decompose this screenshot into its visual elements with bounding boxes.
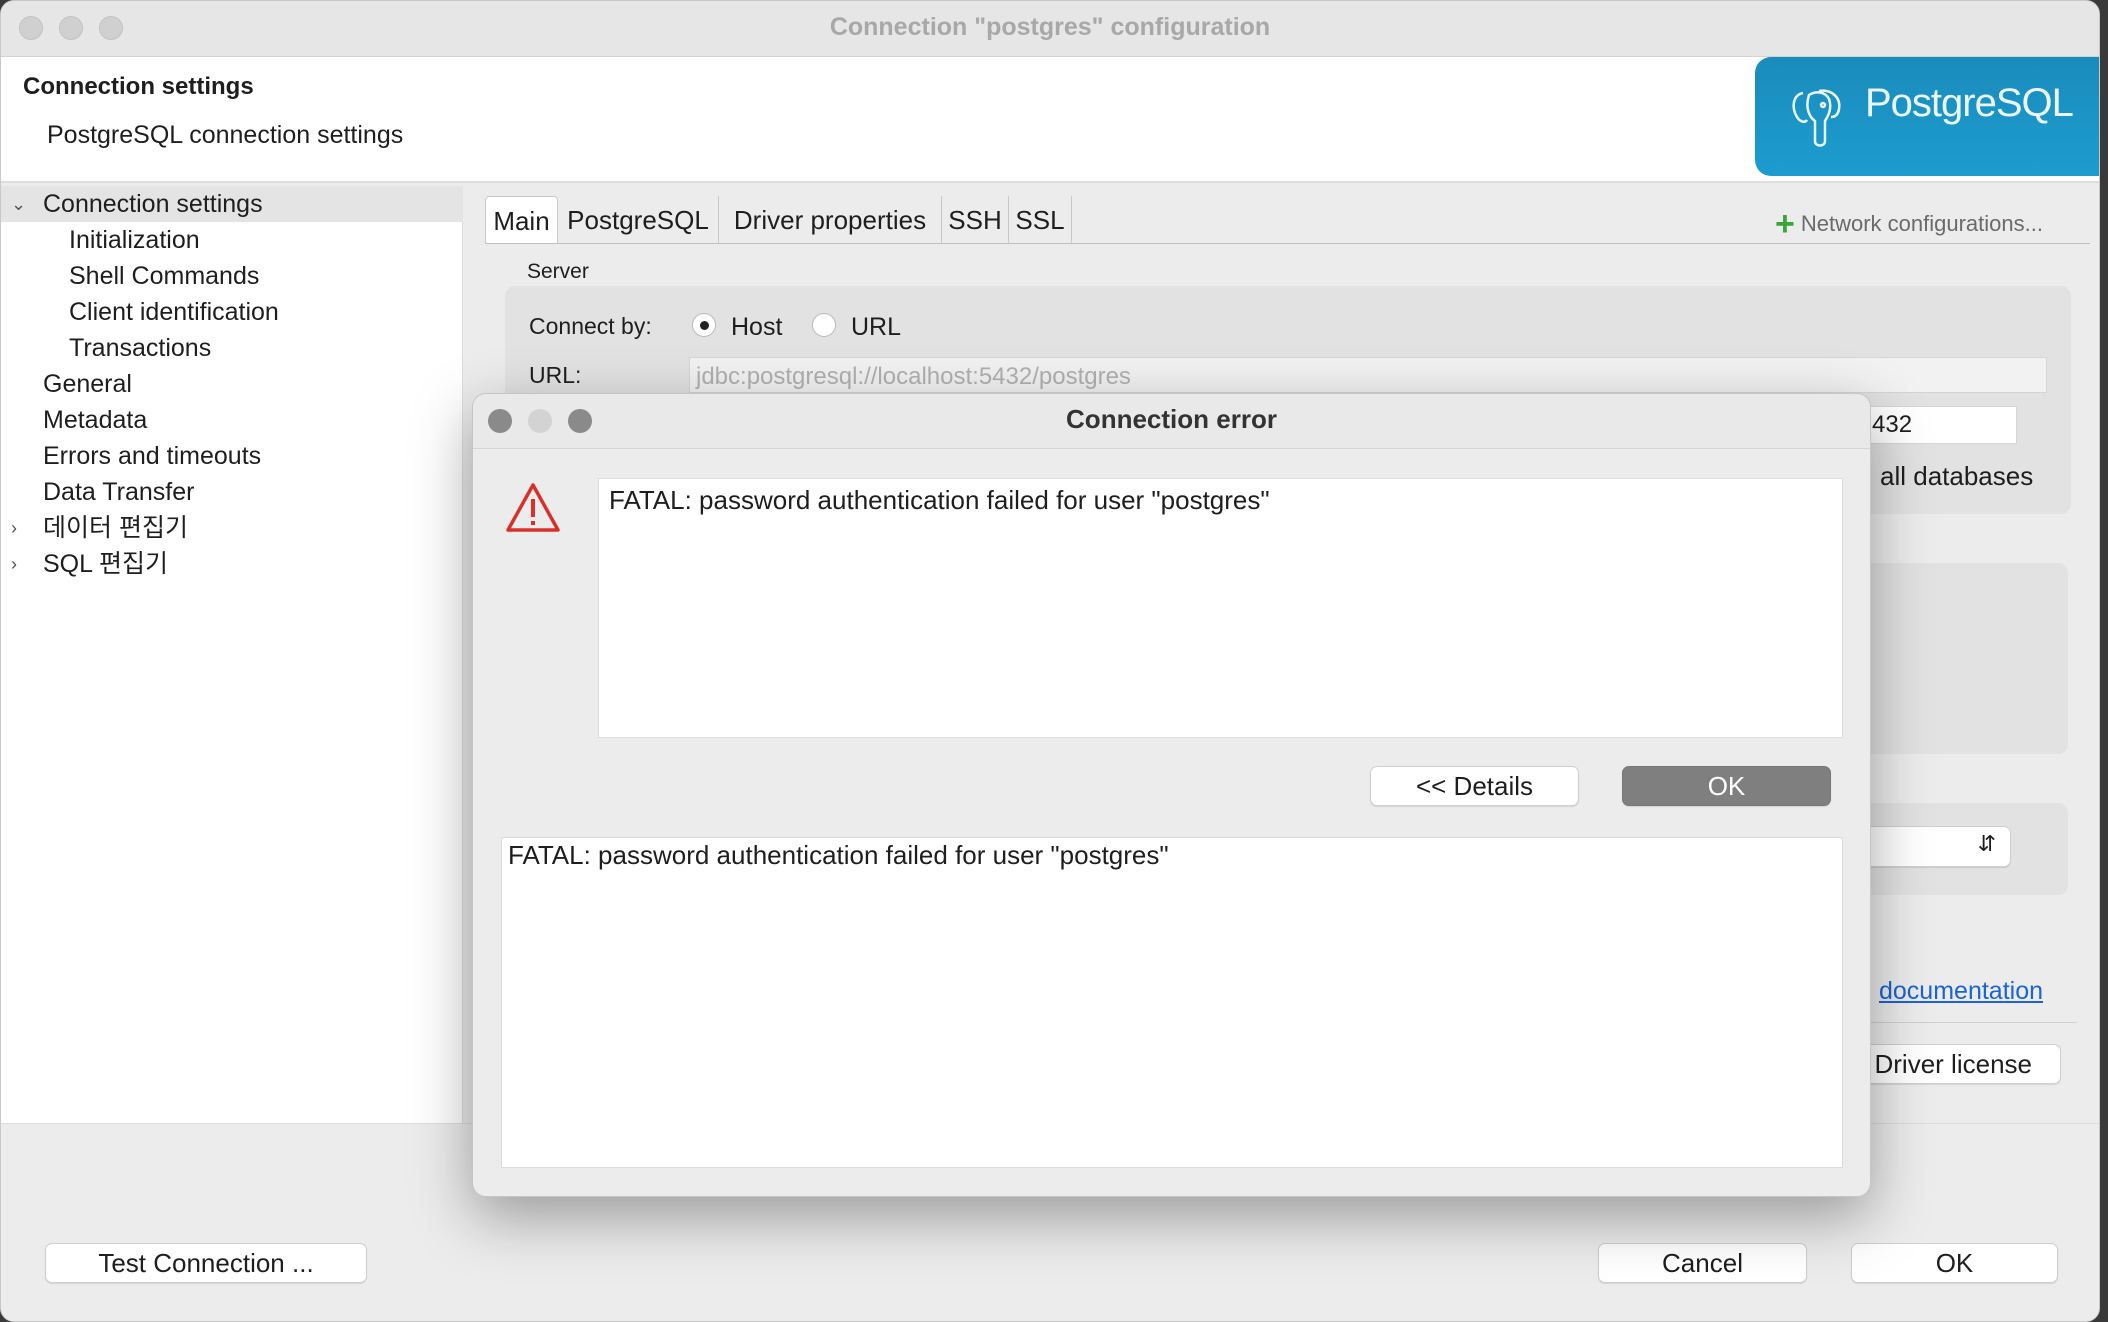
tab-postgresql[interactable]: PostgreSQL [558,196,719,244]
tree-item-initialization[interactable]: Initialization [1,222,463,258]
settings-tree: ⌄ Connection settings Initialization Shel… [1,186,463,1123]
tree-item-errors-timeouts[interactable]: Errors and timeouts [1,438,463,474]
show-all-databases-label: all databases [1880,461,2034,491]
error-details-textarea[interactable]: FATAL: password authentication failed fo… [501,837,1843,1168]
host-radio-label: Host [731,313,783,341]
server-group-label: Server [527,260,589,283]
window-title: Connection "postgres" configuration [829,13,1271,41]
connect-by-host-radio[interactable] [692,313,716,337]
tree-item-metadata[interactable]: Metadata [1,402,463,438]
dialog-title: Connection error [1066,404,1277,434]
url-input[interactable]: jdbc:postgresql://localhost:5432/postgre… [689,357,2047,393]
tree-item-sql-editor[interactable]: › SQL 편집기 [1,546,463,582]
postgresql-logo: PostgreSQL [1755,57,2099,176]
tab-main[interactable]: Main [485,196,558,244]
dialog-ok-button[interactable]: OK [1622,766,1831,806]
documentation-link[interactable]: documentation [1879,977,2043,1006]
tree-item-transactions[interactable]: Transactions [1,330,463,366]
page-subtitle: PostgreSQL connection settings [47,121,404,149]
tab-driver-properties[interactable]: Driver properties [719,196,942,244]
network-configurations-button[interactable]: + Network configurations... [1775,205,2043,244]
tree-item-data-transfer[interactable]: Data Transfer [1,474,463,510]
dialog-title-bar: Connection error [473,394,1870,449]
chevron-right-icon: › [11,518,17,538]
connection-error-dialog: Connection error FATAL: password authent… [472,393,1871,1197]
chevron-down-icon: ⌄ [11,194,27,214]
details-button[interactable]: << Details [1370,766,1579,806]
url-radio-label: URL [851,313,902,341]
tab-ssl[interactable]: SSL [1009,196,1072,244]
connect-by-url-radio[interactable] [812,313,836,337]
tree-item-data-editor[interactable]: › 데이터 편집기 [1,510,463,546]
connect-by-label: Connect by: [529,313,652,339]
cancel-button[interactable]: Cancel [1598,1243,1807,1283]
logo-text: PostgreSQL [1865,81,2074,125]
chevron-right-icon: › [11,554,17,574]
updown-chevron-icon: ⇵ [1977,831,1996,856]
tree-item-shell-commands[interactable]: Shell Commands [1,258,463,294]
test-connection-button[interactable]: Test Connection ... [45,1243,367,1283]
tree-item-client-identification[interactable]: Client identification [1,294,463,330]
error-message-box: FATAL: password authentication failed fo… [598,478,1843,738]
page-title: Connection settings [23,73,254,100]
ok-button[interactable]: OK [1851,1243,2058,1283]
tab-ssh[interactable]: SSH [942,196,1009,244]
warning-icon [506,483,560,532]
title-bar: Connection "postgres" configuration [1,1,2099,57]
tree-item-connection-settings[interactable]: ⌄ Connection settings [1,186,463,222]
url-label: URL: [529,362,582,388]
tree-item-general[interactable]: General [1,366,463,402]
plus-icon: + [1775,205,1795,243]
elephant-icon [1792,89,1841,147]
